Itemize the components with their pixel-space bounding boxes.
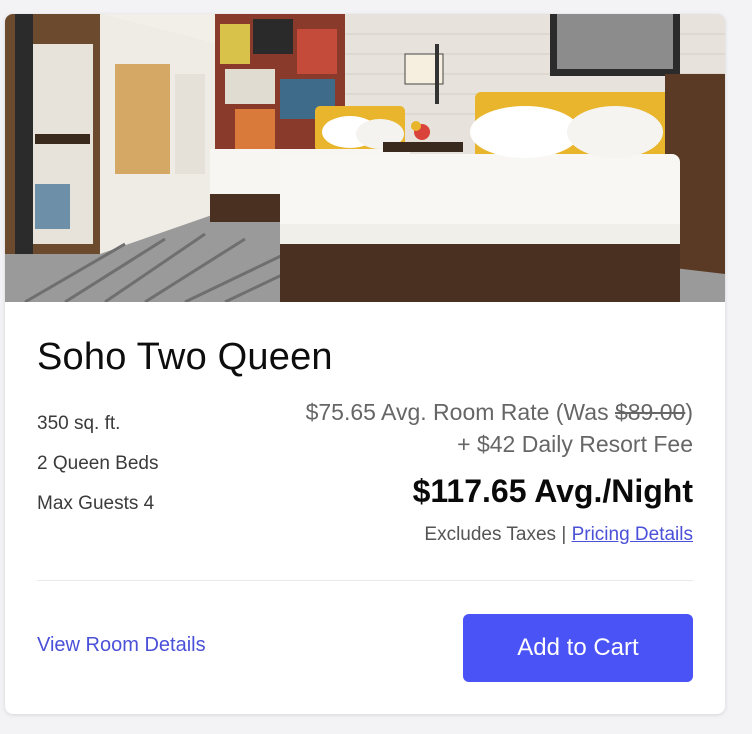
room-rate: $75.65 Avg. Room Rate (Was <box>305 399 615 425</box>
pricing-details-link[interactable]: Pricing Details <box>572 524 693 545</box>
tax-note-line: Excludes Taxes | Pricing Details <box>223 520 693 550</box>
divider <box>37 580 693 581</box>
pricing-block: $75.65 Avg. Room Rate (Was $89.00) + $42… <box>223 396 693 550</box>
total-price: $117.65 Avg./Night <box>412 473 693 509</box>
room-size: 350 sq. ft. <box>37 413 121 434</box>
was-price: $89.00 <box>614 399 686 425</box>
room-specs: 350 sq. ft. 2 Queen Beds Max Guests 4 <box>37 404 158 524</box>
room-card: Soho Two Queen 350 sq. ft. 2 Queen Beds … <box>5 14 725 714</box>
room-rate-line: $75.65 Avg. Room Rate (Was $89.00) <box>223 396 693 428</box>
room-beds: 2 Queen Beds <box>37 453 159 474</box>
room-photo <box>5 14 725 302</box>
room-title: Soho Two Queen <box>37 336 333 378</box>
room-max-guests: Max Guests 4 <box>37 493 155 514</box>
tax-note: Excludes Taxes | <box>424 524 572 545</box>
add-to-cart-button[interactable]: Add to Cart <box>463 614 693 682</box>
resort-fee: + $42 Daily Resort Fee <box>457 431 693 457</box>
view-room-details-link[interactable]: View Room Details <box>37 634 206 657</box>
room-rate-close: ) <box>685 399 693 425</box>
room-photo-illustration <box>5 14 725 302</box>
